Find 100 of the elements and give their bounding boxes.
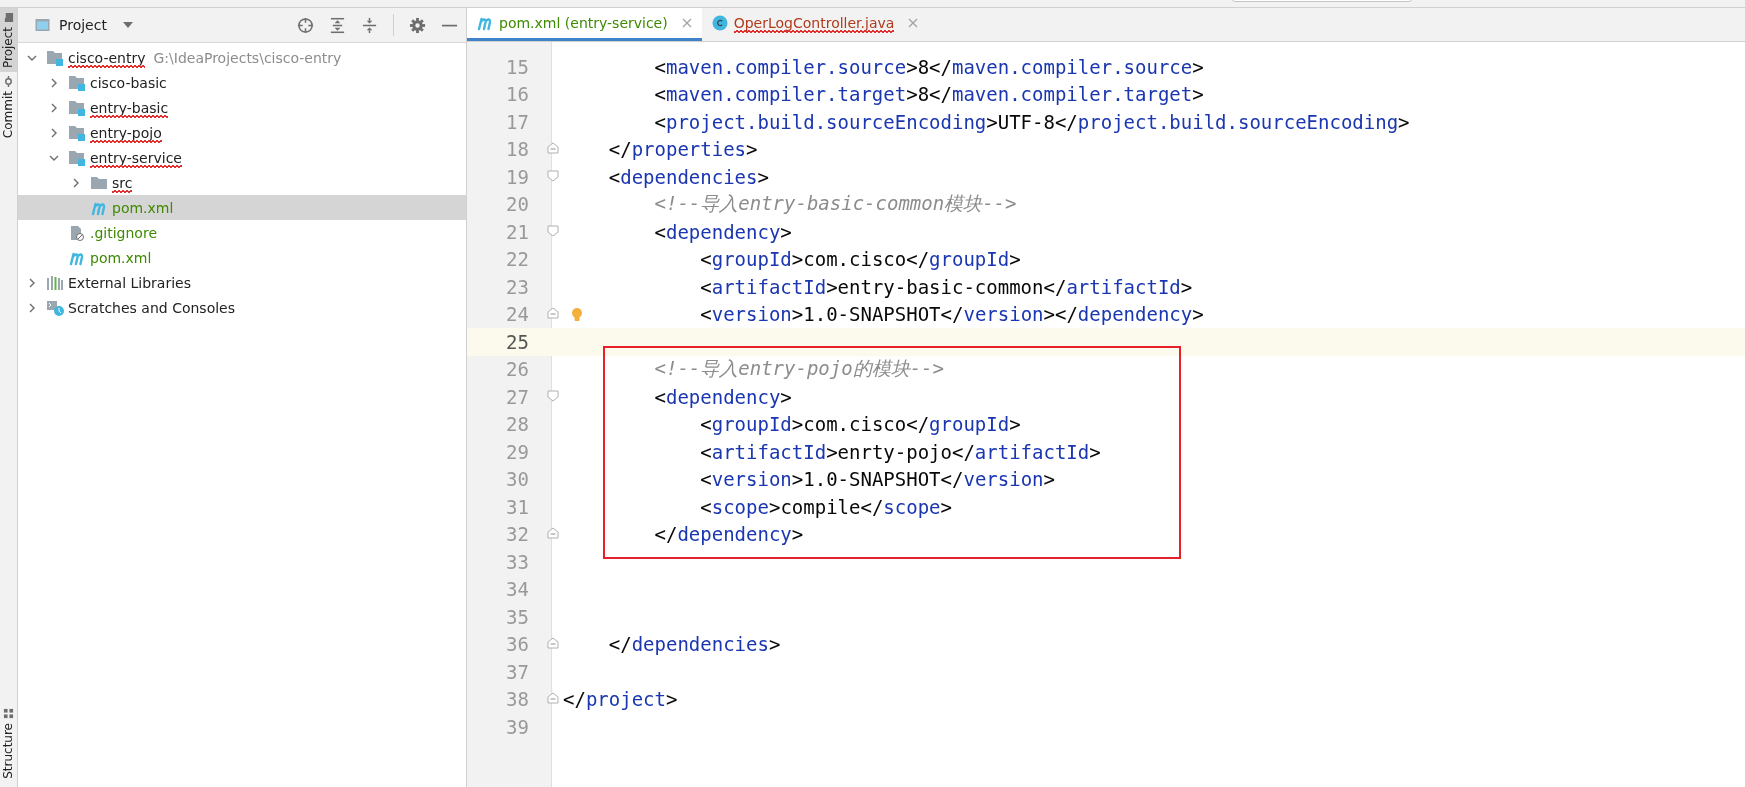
code-line: <maven.compiler.target>8</maven.compiler.target>	[654, 83, 1204, 106]
item-name: pom.xml	[112, 199, 174, 216]
code-line: <version>1.0-SNAPSHOT</version></dependency>	[700, 303, 1204, 326]
code-line: <artifactId>entry-basic-common</artifactId>	[700, 275, 1193, 298]
code-comment: <!--导入entry-basic-common模块-->	[654, 192, 1017, 215]
line-number: 24	[505, 303, 529, 326]
tree-item[interactable]: cisco-entry G:\IdeaProjects\cisco-entry	[18, 45, 466, 70]
panel-title[interactable]: Project	[59, 17, 107, 33]
code-line: <groupId>com.cisco</groupId>	[700, 413, 1021, 436]
close-icon[interactable]	[681, 18, 692, 28]
tree-item[interactable]: pom.xml	[18, 245, 466, 270]
tree-item[interactable]: .gitignore	[18, 220, 466, 245]
file-icon	[68, 224, 86, 241]
line-number: 26	[505, 358, 529, 381]
side-tab[interactable]: Structure	[0, 704, 17, 787]
tree-item[interactable]: External Libraries	[18, 270, 466, 295]
module-folder-icon	[68, 74, 86, 91]
code-line: <scope>compile</scope>	[700, 495, 952, 518]
code-line: </dependency>	[654, 523, 804, 546]
editor-tab[interactable]: pom.xml (entry-service)	[467, 8, 702, 41]
item-name: Scratches and Consoles	[68, 299, 235, 316]
item-name: pom.xml	[90, 249, 152, 266]
module-folder-icon	[46, 49, 64, 66]
line-number: 18	[505, 138, 529, 161]
editor-tab[interactable]: OperLogController.java	[701, 8, 929, 41]
line-number: 37	[505, 660, 529, 683]
code-line: </properties>	[608, 138, 758, 161]
code-line: </project>	[563, 688, 678, 711]
code-line: <dependencies>	[608, 165, 769, 188]
item-name: cisco-entry	[68, 49, 146, 66]
side-tab[interactable]: Commit	[0, 72, 17, 143]
line-number: 25	[505, 330, 529, 353]
code-comment: <!--导入entry-pojo的模块-->	[654, 357, 944, 380]
commit-icon	[3, 76, 14, 88]
line-number: 19	[505, 165, 529, 188]
clock-icon	[46, 299, 64, 316]
code-line: <artifactId>enrty-pojo</artifactId>	[700, 440, 1101, 463]
folder-icon	[90, 174, 108, 191]
line-number: 38	[505, 688, 529, 711]
fold-marker-icon[interactable]	[547, 692, 559, 705]
code-line: <maven.compiler.source>8</maven.compiler.source>	[654, 55, 1204, 78]
tree-item[interactable]: entry-service	[18, 145, 466, 170]
item-path: G:\IdeaProjects\cisco-entry	[153, 49, 342, 66]
line-number: 34	[505, 578, 529, 601]
line-number: 21	[505, 220, 529, 243]
tree-item[interactable]: cisco-basic	[18, 70, 466, 95]
caret-icon[interactable]	[122, 22, 133, 28]
line-number: 35	[505, 605, 529, 628]
crosshair-icon[interactable]	[297, 16, 314, 34]
item-name: src	[112, 174, 133, 191]
collapse-all-icon[interactable]	[361, 16, 378, 34]
item-name: entry-service	[90, 149, 182, 166]
window-icon	[34, 17, 51, 33]
code-line: <dependency>	[654, 220, 792, 243]
folder-icon	[3, 12, 14, 23]
fold-marker-icon[interactable]	[547, 224, 559, 237]
settings-icon[interactable]	[409, 16, 426, 34]
code-line: <groupId>com.cisco</groupId>	[700, 248, 1021, 271]
side-tab[interactable]: Project	[0, 8, 17, 73]
line-number: 22	[505, 248, 529, 271]
line-number: 15	[505, 55, 529, 78]
maven-file-icon	[477, 15, 493, 31]
line-number: 16	[505, 83, 529, 106]
tree-item[interactable]: Scratches and Consoles	[18, 295, 466, 320]
module-folder-icon	[68, 124, 86, 141]
fold-marker-icon[interactable]	[547, 389, 559, 402]
item-name: .gitignore	[90, 224, 157, 241]
line-number: 20	[505, 193, 529, 216]
code-line: </dependencies>	[608, 633, 781, 656]
line-number: 29	[505, 440, 529, 463]
line-number: 31	[505, 495, 529, 518]
tab-label: pom.xml (entry-service)	[499, 15, 668, 31]
line-number: 33	[505, 550, 529, 573]
fold-marker-icon[interactable]	[547, 637, 559, 650]
item-name: entry-basic	[90, 99, 169, 116]
fold-marker-icon[interactable]	[547, 142, 559, 155]
tree-item[interactable]: src	[18, 170, 466, 195]
line-number: 32	[505, 523, 529, 546]
close-icon[interactable]	[908, 18, 919, 28]
line-number: 39	[505, 715, 529, 738]
tree-item[interactable]: entry-basic	[18, 95, 466, 120]
library-icon	[46, 274, 64, 291]
tree-item[interactable]: entry-pojo	[18, 120, 466, 145]
line-number: 27	[505, 385, 529, 408]
item-name: entry-pojo	[90, 124, 162, 141]
expand-all-icon[interactable]	[329, 16, 346, 34]
line-number: 17	[505, 110, 529, 133]
fold-marker-icon[interactable]	[547, 307, 559, 320]
line-number: 23	[505, 275, 529, 298]
line-number: 30	[505, 468, 529, 491]
tab-label: OperLogController.java	[733, 15, 895, 31]
module-folder-icon	[68, 149, 86, 166]
code-line: <dependency>	[654, 385, 792, 408]
fold-marker-icon[interactable]	[547, 527, 559, 540]
grid-icon	[3, 708, 14, 720]
module-folder-icon	[68, 99, 86, 116]
line-number: 36	[505, 633, 529, 656]
item-name: cisco-basic	[90, 74, 167, 91]
code-line: <version>1.0-SNAPSHOT</version>	[700, 468, 1055, 491]
fold-marker-icon[interactable]	[547, 169, 559, 182]
